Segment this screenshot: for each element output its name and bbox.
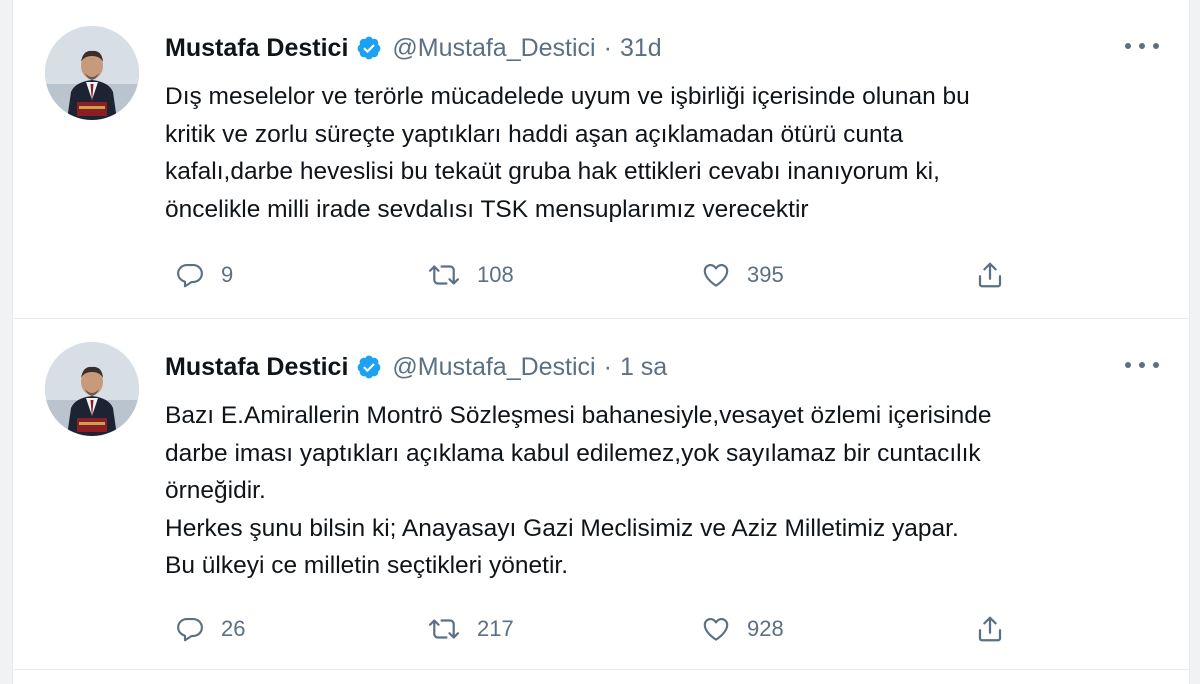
tweet-timestamp[interactable]: 31d [620, 34, 662, 63]
heart-icon [703, 263, 729, 287]
tweet-text-line: Bazı E.Amirallerin Montrö Sözleşmesi bah… [165, 402, 992, 429]
retweet-icon [428, 265, 460, 285]
tweet[interactable]: Mustafa Destici @Mustafa_Destici · 31d D… [13, 0, 1189, 319]
more-horizontal-icon[interactable] [1125, 355, 1159, 375]
reply-button[interactable]: 26 [175, 612, 245, 646]
avatar[interactable] [45, 342, 139, 436]
tweet-text: Bazı E.Amirallerin Montrö Sözleşmesi bah… [165, 397, 1125, 585]
heart-icon [703, 617, 729, 641]
retweet-icon [428, 619, 460, 639]
tweet-actions: 9 108 395 [175, 258, 1015, 292]
tweet-header: Mustafa Destici @Mustafa_Destici · 1 sa [165, 349, 667, 385]
like-count: 395 [747, 262, 784, 287]
share-button[interactable] [975, 258, 1005, 292]
avatar-photo [45, 342, 139, 436]
author-handle[interactable]: @Mustafa_Destici [392, 34, 595, 63]
share-icon [978, 262, 1002, 288]
separator-dot: · [603, 33, 612, 62]
tweet-feed: Mustafa Destici @Mustafa_Destici · 31d D… [12, 0, 1190, 684]
tweet-text-line: kafalı,darbe heveslisi bu tekaüt gruba h… [165, 158, 940, 185]
like-button[interactable]: 928 [701, 612, 784, 646]
separator-dot: · [603, 352, 612, 381]
tweet-header: Mustafa Destici @Mustafa_Destici · 31d [165, 30, 662, 66]
tweet-text: Dış meselelor ve terörle mücadelede uyum… [165, 78, 1125, 228]
retweet-count: 108 [477, 262, 514, 287]
reply-count: 26 [221, 616, 246, 641]
tweet-text-line: kritik ve zorlu süreçte yaptıkları haddi… [165, 120, 904, 148]
share-icon [978, 616, 1002, 642]
tweet-text-line: Dış meselelor ve terörle mücadelede uyum… [165, 83, 970, 110]
retweet-button[interactable]: 217 [427, 612, 514, 646]
more-horizontal-icon[interactable] [1125, 36, 1159, 56]
share-button[interactable] [975, 612, 1005, 646]
author-name[interactable]: Mustafa Destici [165, 34, 348, 63]
avatar[interactable] [45, 26, 139, 120]
author-name[interactable]: Mustafa Destici [165, 353, 348, 382]
reply-count: 9 [221, 262, 234, 287]
verified-badge-icon [356, 35, 382, 61]
like-button[interactable]: 395 [701, 258, 784, 292]
retweet-button[interactable]: 108 [427, 258, 514, 292]
tweet-text-line: darbe iması yaptıkları açıklama kabul ed… [165, 439, 981, 467]
tweet-text-line: örneğidir. [165, 477, 266, 504]
tweet-text-line: Herkes şunu bilsin ki; Anayasayı Gazi Me… [165, 514, 959, 542]
reply-button[interactable]: 9 [175, 258, 233, 292]
tweet-text-line: Bu ülkeyi ce milletin seçtikleri yönetir… [165, 552, 569, 579]
tweet[interactable]: Mustafa Destici @Mustafa_Destici · 1 sa … [13, 319, 1189, 670]
retweet-count: 217 [477, 616, 514, 641]
author-handle[interactable]: @Mustafa_Destici [392, 353, 595, 382]
like-count: 928 [747, 616, 784, 641]
tweet-timestamp[interactable]: 1 sa [620, 353, 667, 382]
tweet-text-line: öncelikle milli irade sevdalısı TSK mens… [165, 195, 809, 223]
reply-icon [177, 617, 203, 642]
tweet-actions: 26 217 928 [175, 612, 1015, 646]
avatar-photo [45, 26, 139, 120]
reply-icon [177, 263, 203, 288]
verified-badge-icon [356, 354, 382, 380]
